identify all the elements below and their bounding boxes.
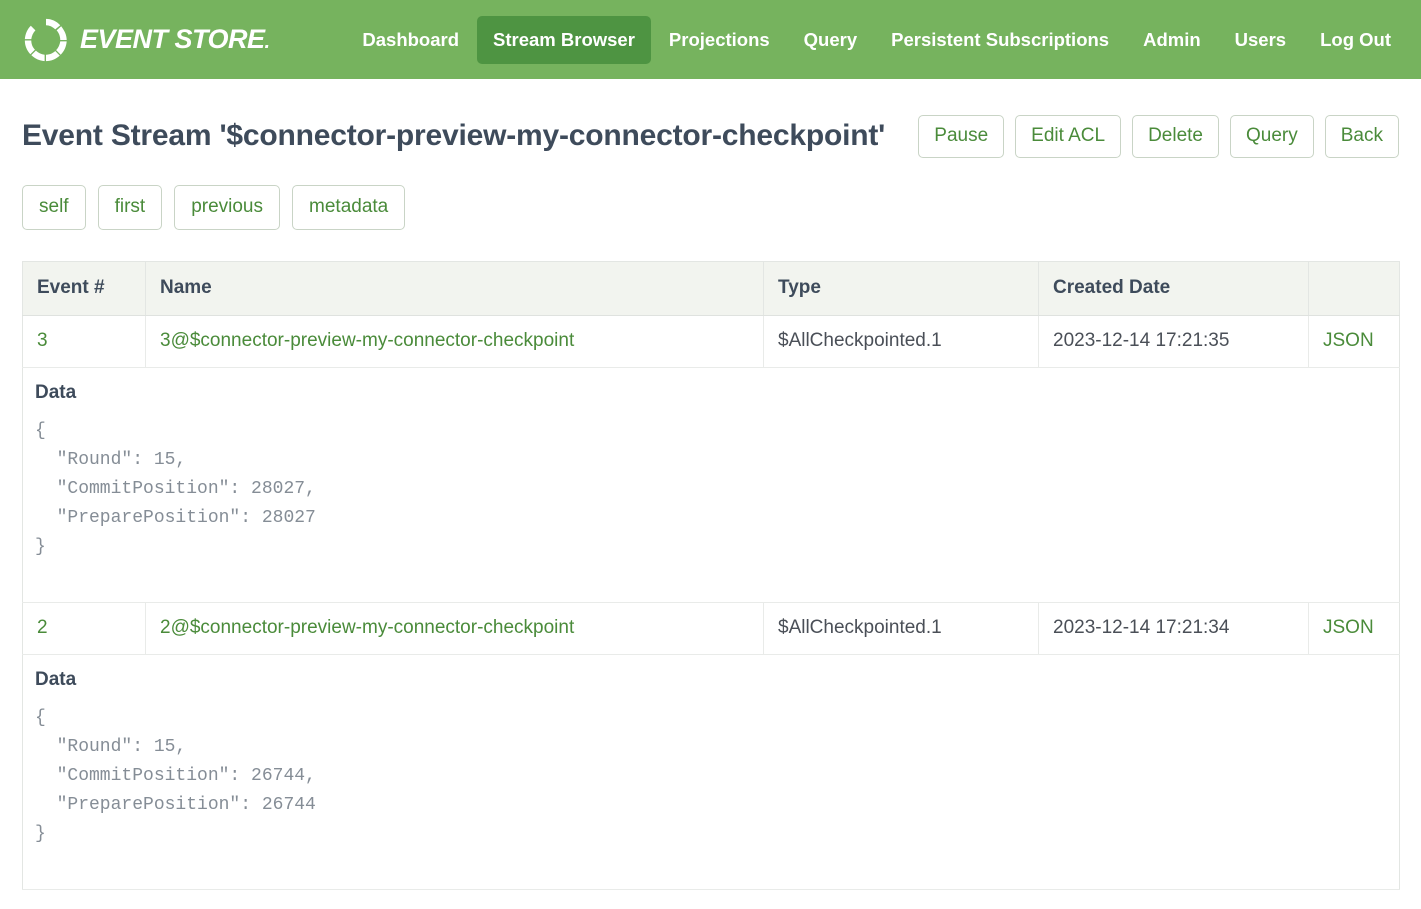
cell-format: JSON [1308, 602, 1400, 655]
event-data-panel: Data { "Round": 15, "CommitPosition": 28… [23, 368, 1399, 602]
brand-name: EVENT STORE. [80, 24, 271, 54]
cell-event-type: $AllCheckpointed.1 [763, 315, 1039, 368]
nav-item-persistent-subscriptions[interactable]: Persistent Subscriptions [875, 16, 1125, 64]
link-metadata[interactable]: metadata [292, 184, 406, 230]
nav-item-projections[interactable]: Projections [653, 16, 786, 64]
top-navigation-bar: EVENT STORE. Dashboard Stream Browser Pr… [0, 0, 1421, 79]
nav-item-stream-browser[interactable]: Stream Browser [477, 15, 651, 64]
nav-item-log-out[interactable]: Log Out [1304, 16, 1407, 64]
link-self[interactable]: self [22, 184, 86, 230]
query-button[interactable]: Query [1230, 115, 1314, 158]
edit-acl-button[interactable]: Edit ACL [1015, 115, 1122, 158]
link-first[interactable]: first [97, 184, 163, 230]
events-table: Event # Name Type Created Date 3 3@$conn… [22, 260, 1400, 890]
event-data-panel: Data { "Round": 15, "CommitPosition": 26… [23, 655, 1399, 889]
events-table-head: Event # Name Type Created Date [22, 261, 1400, 316]
page-header: Event Stream '$connector-preview-my-conn… [22, 79, 1399, 158]
json-format-link[interactable]: JSON [1323, 330, 1374, 351]
event-store-ring-logo-icon [23, 17, 69, 63]
brand-logo-link[interactable]: EVENT STORE. [14, 17, 270, 63]
back-button[interactable]: Back [1324, 115, 1399, 158]
brand-suffix: . [264, 31, 271, 53]
table-row-data: Data { "Round": 15, "CommitPosition": 28… [22, 367, 1400, 603]
column-header-type: Type [763, 261, 1039, 316]
cell-created-date: 2023-12-14 17:21:34 [1038, 602, 1309, 655]
event-name-link[interactable]: 3@$connector-preview-my-connector-checkp… [160, 330, 574, 351]
column-header-created-date: Created Date [1038, 261, 1309, 316]
delete-button[interactable]: Delete [1132, 115, 1219, 158]
page-content: Event Stream '$connector-preview-my-conn… [0, 79, 1421, 890]
event-data-json: { "Round": 15, "CommitPosition": 28027, … [35, 420, 316, 557]
event-data-json: { "Round": 15, "CommitPosition": 26744, … [35, 707, 316, 844]
cell-created-date: 2023-12-14 17:21:35 [1038, 315, 1309, 368]
nav-item-admin[interactable]: Admin [1127, 16, 1217, 64]
pause-button[interactable]: Pause [918, 115, 1005, 158]
cell-event-data: Data { "Round": 15, "CommitPosition": 28… [22, 367, 1400, 603]
cell-event-number: 3 [22, 315, 146, 368]
nav-item-users[interactable]: Users [1219, 16, 1302, 64]
column-header-event-number: Event # [22, 261, 146, 316]
page-action-buttons: Pause Edit ACL Delete Query Back [918, 115, 1399, 158]
nav-item-query[interactable]: Query [788, 16, 873, 64]
column-header-name: Name [145, 261, 764, 316]
link-previous[interactable]: previous [174, 184, 281, 230]
column-header-format [1308, 261, 1400, 316]
stream-pagination-links: self first previous metadata [22, 184, 1399, 230]
primary-nav: Dashboard Stream Browser Projections Que… [346, 15, 1407, 64]
cell-event-name: 3@$connector-preview-my-connector-checkp… [145, 315, 764, 368]
cell-event-data: Data { "Round": 15, "CommitPosition": 26… [22, 654, 1400, 890]
cell-format: JSON [1308, 315, 1400, 368]
table-row: 3 3@$connector-preview-my-connector-chec… [22, 315, 1400, 368]
events-table-body: 3 3@$connector-preview-my-connector-chec… [22, 315, 1400, 890]
data-label: Data [35, 668, 77, 690]
cell-event-name: 2@$connector-preview-my-connector-checkp… [145, 602, 764, 655]
event-name-link[interactable]: 2@$connector-preview-my-connector-checkp… [160, 617, 574, 638]
data-label: Data [35, 381, 77, 403]
page-title: Event Stream '$connector-preview-my-conn… [22, 119, 886, 153]
cell-event-number: 2 [22, 602, 146, 655]
table-row: 2 2@$connector-preview-my-connector-chec… [22, 602, 1400, 655]
cell-event-type: $AllCheckpointed.1 [763, 602, 1039, 655]
table-row-data: Data { "Round": 15, "CommitPosition": 26… [22, 654, 1400, 890]
table-header-row: Event # Name Type Created Date [22, 261, 1400, 316]
nav-item-dashboard[interactable]: Dashboard [346, 16, 475, 64]
json-format-link[interactable]: JSON [1323, 617, 1374, 638]
